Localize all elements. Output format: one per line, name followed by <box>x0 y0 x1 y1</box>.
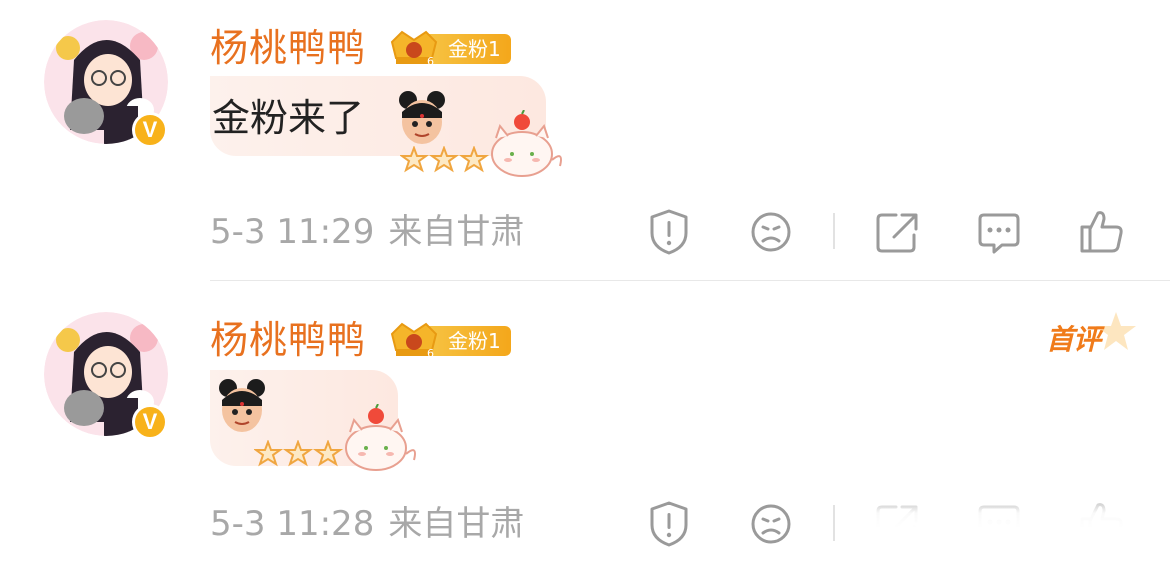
comment-meta: 5-3 11:29 来自甘肃 <box>210 210 524 254</box>
svg-text:6: 6 <box>427 55 434 68</box>
fan-badge[interactable]: 金粉1 6 <box>386 28 514 68</box>
share-icon <box>876 213 918 253</box>
sad-face-icon <box>751 504 791 544</box>
comment-button[interactable] <box>972 205 1026 259</box>
comment-location: 来自甘肃 <box>388 504 525 544</box>
comment-time: 5-3 11:28 <box>210 504 375 544</box>
cat-sticker-icon <box>491 110 562 177</box>
username[interactable]: 杨桃鸭鸭 <box>210 24 366 72</box>
first-comment-label: 首评 <box>1046 323 1101 356</box>
comment-location: 来自甘肃 <box>388 212 525 252</box>
sticker-girl-icon <box>219 379 265 432</box>
report-button[interactable] <box>642 497 696 551</box>
report-shield-icon <box>650 501 688 547</box>
comment-separator <box>210 280 1170 281</box>
stars-icon <box>400 146 490 173</box>
comment-time: 5-3 11:29 <box>210 212 375 252</box>
action-divider <box>833 213 835 249</box>
dislike-button[interactable] <box>744 497 798 551</box>
action-divider <box>833 505 835 541</box>
share-button[interactable] <box>870 205 924 259</box>
like-button[interactable] <box>1074 205 1128 259</box>
action-bar <box>640 205 1160 259</box>
sticker-girl-icon <box>399 91 445 144</box>
thumbs-up-icon <box>1080 211 1123 253</box>
comment-meta: 5-3 11:28 来自甘肃 <box>210 502 524 546</box>
crown-icon: 6 <box>390 322 438 360</box>
report-button[interactable] <box>642 205 696 259</box>
fan-badge[interactable]: 金粉1 6 <box>386 320 514 360</box>
username[interactable]: 杨桃鸭鸭 <box>210 316 366 364</box>
svg-text:6: 6 <box>427 347 434 360</box>
stars-icon <box>254 440 344 467</box>
comment-item: V 杨桃鸭鸭 金粉1 6 金粉来了 5-3 11:29 来自甘肃 <box>0 0 1170 290</box>
crown-icon: 6 <box>390 30 438 68</box>
cat-sticker-icon <box>345 404 416 471</box>
dislike-button[interactable] <box>744 205 798 259</box>
comment-icon <box>978 213 1020 254</box>
bottom-fade-overlay <box>836 490 1170 567</box>
verified-badge: V <box>132 404 168 440</box>
first-comment-badge: 首评 <box>1038 312 1136 364</box>
star-icon <box>1096 312 1136 350</box>
verified-badge: V <box>132 112 168 148</box>
comment-text: 金粉来了 <box>212 96 365 140</box>
report-shield-icon <box>650 209 688 255</box>
sad-face-icon <box>751 212 791 252</box>
